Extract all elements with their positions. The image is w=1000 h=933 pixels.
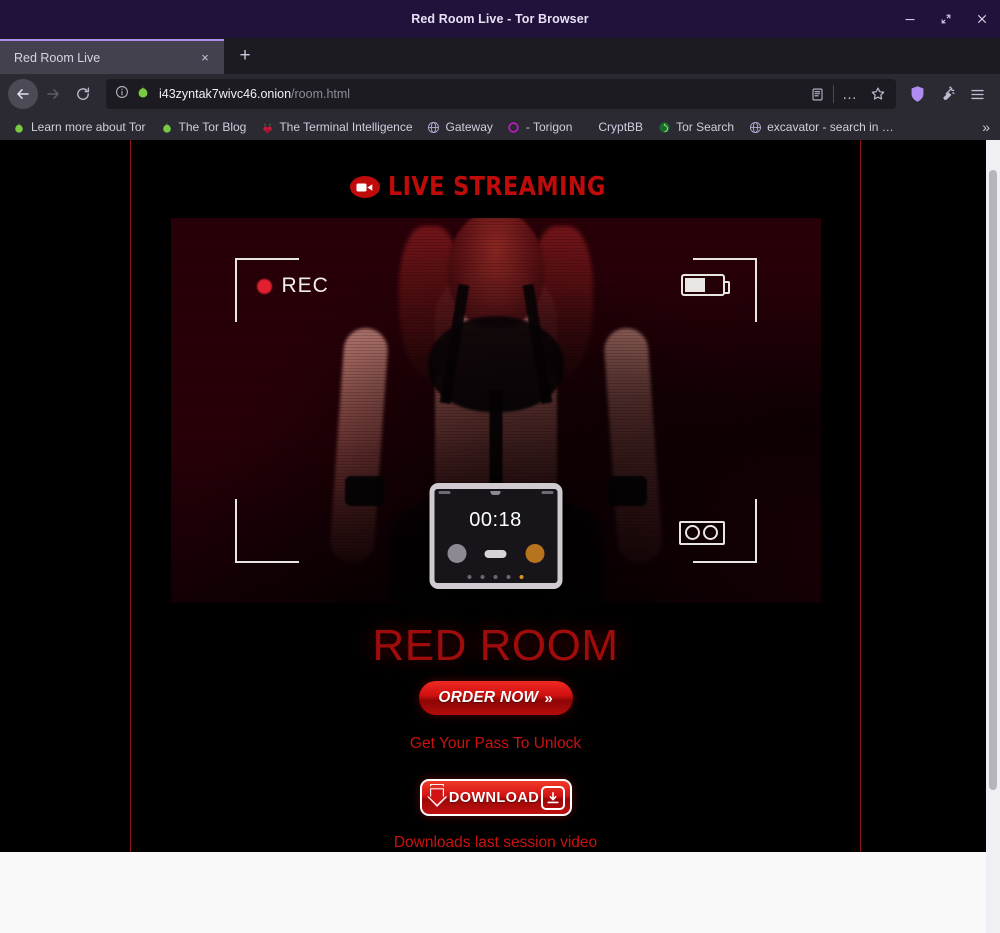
cassette-reel-right xyxy=(703,525,718,541)
viewfinder-bracket-bottom-left xyxy=(234,498,299,563)
close-button[interactable] xyxy=(964,0,1000,38)
record-dot-icon xyxy=(256,278,272,294)
url-actions: … xyxy=(803,80,892,108)
bookmark-label: Learn more about Tor xyxy=(31,120,146,134)
down-arrow-icon xyxy=(426,783,448,812)
tab-bar: Red Room Live × + xyxy=(0,38,1000,74)
bookmark-item-the-tor-blog[interactable]: The Tor Blog xyxy=(154,118,253,136)
bookmark-label: excavator - search in … xyxy=(767,120,894,134)
url-text[interactable]: i43zyntak7wivc46.onion/room.html xyxy=(159,87,803,101)
reload-button[interactable] xyxy=(68,79,98,109)
window-controls xyxy=(892,0,1000,38)
browser-tab[interactable]: Red Room Live × xyxy=(0,39,224,74)
bookmarks-toolbar: Learn more about Tor The Tor Blog The Te… xyxy=(0,114,1000,140)
green-onion-icon xyxy=(657,120,671,134)
bookmark-item-gateway[interactable]: Gateway xyxy=(421,118,499,136)
reader-view-icon[interactable] xyxy=(803,80,831,108)
live-stream-video[interactable]: REC 00:18 xyxy=(170,218,821,603)
bookmark-item-tor-search[interactable]: Tor Search xyxy=(651,118,740,136)
download-icon xyxy=(540,785,565,810)
star-icon[interactable] xyxy=(864,80,892,108)
bookmark-label: The Tor Blog xyxy=(178,120,247,134)
page-column: LIVE STREAMING REC 00:18 RED ROOM ORDER … xyxy=(130,140,861,852)
bookmark-item-learn-more-about-tor[interactable]: Learn more about Tor xyxy=(6,118,152,136)
page-title: RED ROOM xyxy=(372,620,619,670)
order-now-button[interactable]: ORDER NOW » xyxy=(418,680,573,716)
globe-icon xyxy=(748,120,762,134)
bookmark-label: The Terminal Intelligence xyxy=(279,120,413,134)
back-button[interactable] xyxy=(8,79,38,109)
bookmark-item-cryptbb[interactable]: CryptBB xyxy=(592,118,649,136)
url-bar[interactable]: i43zyntak7wivc46.onion/room.html … xyxy=(106,79,896,109)
bookmark-item-torigon[interactable]: - Torigon xyxy=(501,118,578,136)
tablet-timer: 00:18 xyxy=(469,508,522,531)
order-now-label: ORDER NOW xyxy=(438,689,539,707)
battery-icon xyxy=(680,274,730,296)
site-identity[interactable] xyxy=(115,84,150,104)
tablet-statusbar xyxy=(434,490,557,496)
info-circle-icon xyxy=(115,85,129,104)
scrollbar-thumb[interactable] xyxy=(989,170,997,790)
cassette-tape-icon xyxy=(678,520,725,545)
tablet-control-right xyxy=(525,543,544,563)
tab-close-icon[interactable]: × xyxy=(194,47,216,69)
bookmark-label: Gateway xyxy=(445,120,493,134)
tab-title: Red Room Live xyxy=(14,50,101,65)
tablet-device: 00:18 xyxy=(429,482,562,589)
vertical-scrollbar[interactable] xyxy=(986,140,1000,933)
page-viewport: LIVE STREAMING REC 00:18 RED ROOM ORDER … xyxy=(0,140,1000,933)
tablet-dots xyxy=(434,574,557,579)
download-note: Downloads last session video xyxy=(393,834,598,851)
onion-icon xyxy=(12,120,26,134)
tablet-control-center xyxy=(484,549,507,558)
url-host: i43zyntak7wivc46.onion xyxy=(159,87,292,101)
navigation-toolbar: i43zyntak7wivc46.onion/room.html … xyxy=(0,74,1000,114)
video-camera-icon xyxy=(349,176,380,198)
bookmark-label: - Torigon xyxy=(525,120,573,134)
page-actions-more-icon[interactable]: … xyxy=(836,80,864,108)
circle-icon xyxy=(507,120,521,134)
download-button[interactable]: DOWNLOAD xyxy=(419,779,572,816)
web-page-content: LIVE STREAMING REC 00:18 RED ROOM ORDER … xyxy=(0,140,992,852)
bookmark-item-the-terminal-intelligence[interactable]: The Terminal Intelligence xyxy=(254,118,418,136)
minimize-button[interactable] xyxy=(892,0,928,38)
hamburger-menu-icon[interactable] xyxy=(962,79,992,109)
globe-icon xyxy=(427,120,441,134)
tablet-control-left xyxy=(447,543,466,563)
battery-level-fill xyxy=(684,278,706,292)
noscript-broom-icon[interactable] xyxy=(932,79,962,109)
url-path: /room.html xyxy=(291,87,351,101)
tablet-screen: 00:18 xyxy=(434,488,557,583)
download-label: DOWNLOAD xyxy=(448,789,540,806)
cassette-reel-left xyxy=(685,525,700,541)
chevron-double-right-icon: » xyxy=(544,689,553,707)
site-logo-text: LIVE STREAMING xyxy=(387,172,606,202)
pass-unlock-text: Get Your Pass To Unlock xyxy=(409,735,582,753)
recording-indicator: REC xyxy=(256,274,329,298)
rec-label: REC xyxy=(281,274,329,297)
forward-button[interactable] xyxy=(38,79,68,109)
bookmark-label: CryptBB xyxy=(598,120,644,134)
onion-icon xyxy=(136,84,150,104)
maximize-button[interactable] xyxy=(928,0,964,38)
raspberry-icon xyxy=(260,120,274,134)
window-titlebar: Red Room Live - Tor Browser xyxy=(0,0,1000,38)
window-title: Red Room Live - Tor Browser xyxy=(411,12,589,26)
onion-icon xyxy=(160,120,174,134)
site-logo: LIVE STREAMING xyxy=(349,172,641,202)
bookmark-label: Tor Search xyxy=(676,120,735,134)
new-tab-button[interactable]: + xyxy=(230,41,260,71)
page-background-below-fold xyxy=(0,852,986,933)
bookmark-item-excavator[interactable]: excavator - search in … xyxy=(742,118,900,136)
toolbar-divider xyxy=(833,85,834,103)
shield-icon[interactable] xyxy=(902,79,932,109)
bookmarks-overflow-chevron-icon[interactable]: » xyxy=(982,119,994,135)
